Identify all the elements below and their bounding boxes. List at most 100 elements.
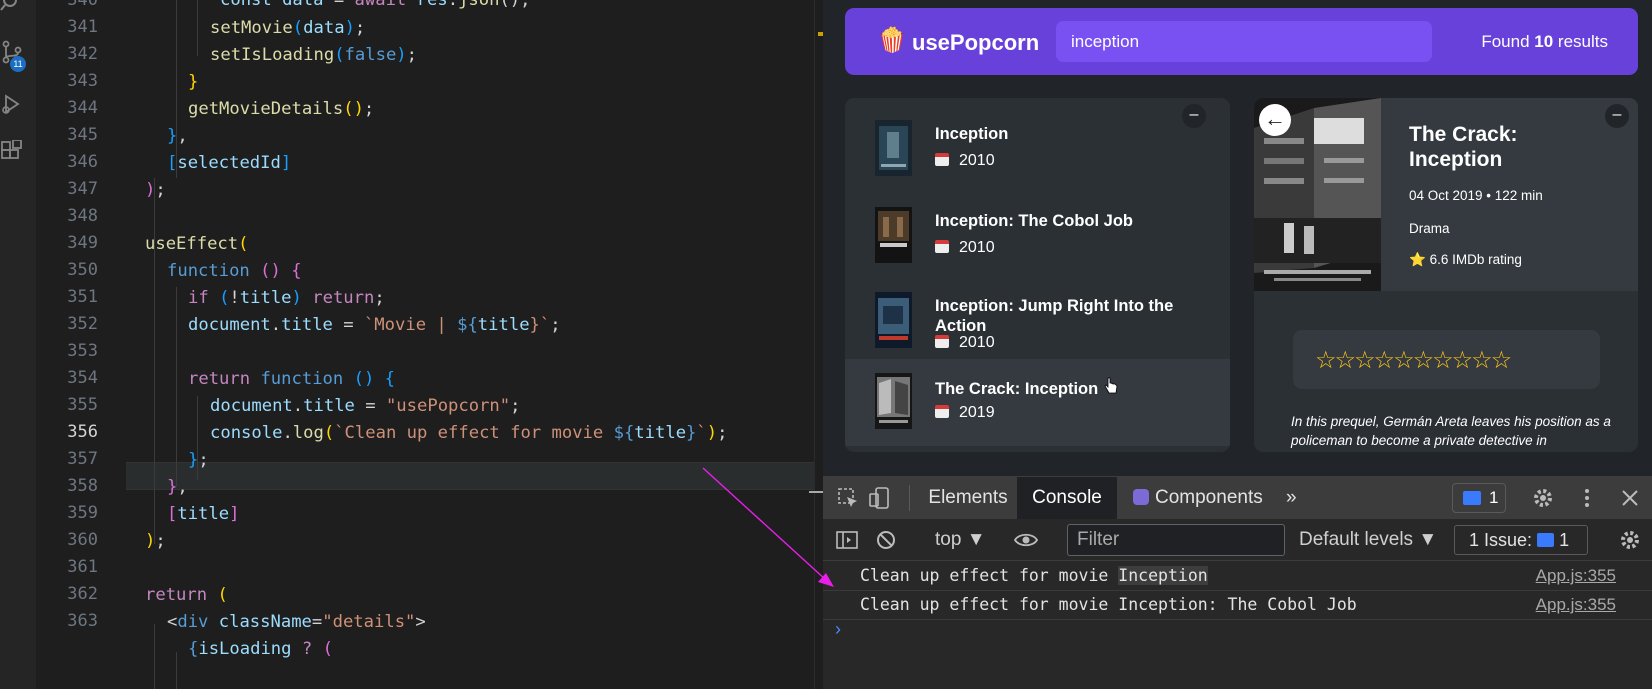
code-editor[interactable]: 340 341 342 343 344 345 346 347 348 349 350 351 352 3… [36, 0, 823, 689]
code-line-355: document.title = "usePopcorn"; [210, 396, 521, 416]
line-number: 348 [67, 206, 98, 226]
tab-components[interactable]: Components [1133, 477, 1263, 519]
log-message: Clean up effect for movie Inception [860, 566, 1208, 585]
line-number: 344 [67, 98, 98, 118]
code-line-346: [selectedId] [167, 153, 292, 173]
details-title: The Crack: Inception [1409, 123, 1518, 171]
search-input[interactable]: inception [1056, 21, 1432, 62]
code-line-351: if (!title) return; [188, 288, 385, 308]
line-number: 342 [67, 44, 98, 64]
movie-poster [875, 120, 912, 176]
current-line-highlight [126, 462, 823, 490]
back-button[interactable]: ← [1259, 104, 1291, 136]
run-debug-icon[interactable] [0, 92, 28, 120]
code-line-347: ); [145, 180, 166, 200]
clear-console-icon[interactable] [874, 528, 898, 552]
movie-year: 2010 [935, 334, 995, 352]
movie-year: 2010 [935, 239, 995, 257]
line-number: 343 [67, 71, 98, 91]
star-rating[interactable]: ☆☆☆☆☆☆☆☆☆☆ [1315, 346, 1512, 375]
calendar-icon [935, 153, 949, 166]
movie-poster [875, 207, 912, 263]
code-line-363: <div className="details"> [167, 612, 426, 632]
eye-icon[interactable] [1014, 528, 1038, 552]
extensions-icon[interactable] [0, 139, 28, 168]
log-source-link[interactable]: App.js:355 [1536, 566, 1616, 586]
movie-title: The Crack: Inception [935, 380, 1099, 398]
tab-elements[interactable]: Elements [920, 477, 1016, 519]
details-rating: ⭐ 6.6 IMDb rating [1409, 252, 1522, 267]
movie-item[interactable]: Inception: The Cobol Job 2010 [845, 185, 1230, 272]
overview-ruler-line [809, 491, 823, 493]
inspect-element-icon[interactable] [836, 486, 860, 510]
line-number-gutter: 340 341 342 343 344 345 346 347 348 349 350 351 352 3… [36, 0, 126, 689]
log-levels-dropdown[interactable]: Default levels ▼ [1299, 519, 1437, 561]
movie-item-selected[interactable]: The Crack: Inception 2019 [845, 359, 1230, 446]
line-number: 345 [67, 125, 98, 145]
search-icon[interactable] [0, 0, 28, 20]
movie-list: – Inception 2010 Inception: The Cobol Jo… [845, 98, 1230, 452]
console-toolbar: top ▼ Filter Default levels ▼ 1 Issue: 1 [823, 519, 1652, 561]
code-line-345: }, [167, 126, 188, 146]
movie-poster [875, 292, 912, 348]
movie-poster [875, 373, 912, 429]
code-line-349: useEffect( [145, 234, 249, 254]
code-line-357: }; [188, 450, 209, 470]
tab-console[interactable]: Console [1017, 477, 1117, 519]
gear-icon[interactable] [1531, 486, 1555, 510]
line-number: 341 [67, 17, 98, 37]
calendar-icon [935, 405, 949, 418]
brand-name: usePopcorn [912, 30, 1040, 55]
device-toolbar-icon[interactable] [868, 486, 892, 510]
sidebar-toggle-icon[interactable] [835, 528, 859, 552]
filter-input[interactable]: Filter [1067, 524, 1285, 556]
log-source-link[interactable]: App.js:355 [1536, 595, 1616, 615]
source-control-badge: 11 [10, 56, 26, 72]
console-settings-gear-icon[interactable] [1618, 528, 1642, 552]
line-number: 362 [67, 584, 98, 604]
console-prompt[interactable]: › [835, 619, 841, 640]
overview-ruler [814, 0, 823, 689]
activity-bar: 11 [0, 0, 36, 689]
movie-item[interactable]: Inception 2010 [845, 98, 1230, 185]
code-line-362: return ( [145, 585, 228, 605]
movie-item[interactable]: Inception: Jump Right Into the Action 20… [845, 272, 1230, 359]
kebab-menu-icon[interactable] [1575, 486, 1599, 510]
code-line-358: }, [167, 477, 188, 497]
line-number: 347 [67, 179, 98, 199]
code-line-343: } [188, 72, 199, 92]
line-number: 354 [67, 368, 98, 388]
line-number: 352 [67, 314, 98, 334]
issues-button[interactable]: 1 Issue: 1 [1454, 525, 1588, 555]
line-number: 358 [67, 476, 98, 496]
react-icon [1133, 489, 1149, 505]
message-icon [1463, 491, 1481, 505]
code-line-360: ); [145, 531, 166, 551]
more-tabs-button[interactable]: » [1286, 477, 1297, 519]
popcorn-app: 🍿 usePopcorn inception Found 10 results … [823, 0, 1652, 476]
console-log-row[interactable]: Clean up effect for movie Inception: The… [823, 591, 1652, 620]
code-line-352: document.title = `Movie | ${title}`; [188, 315, 561, 335]
code-line-354: return function () { [188, 369, 396, 389]
code-line-359: [title] [167, 504, 240, 524]
message-icon [1537, 533, 1555, 547]
code-line-342: setIsLoading(false); [210, 45, 418, 65]
navbar: 🍿 usePopcorn inception Found 10 results [845, 8, 1638, 75]
line-number: 357 [67, 449, 98, 469]
close-icon[interactable] [1618, 486, 1642, 510]
messages-button[interactable]: 1 [1452, 483, 1506, 513]
movie-details: ← – The Crack: Inception 04 Oct 2019 • 1… [1254, 98, 1638, 452]
code-line-364: {isLoading ? ( [188, 639, 333, 659]
hand-cursor-icon [1104, 377, 1118, 394]
code-line-340: const data = await res.json(); [220, 0, 531, 10]
line-number: 361 [67, 557, 98, 577]
popcorn-logo-icon: 🍿 [877, 27, 907, 54]
context-selector[interactable]: top ▼ [935, 519, 986, 561]
console-log-row[interactable]: Clean up effect for movie Inception App.… [823, 562, 1652, 591]
line-number: 351 [67, 287, 98, 307]
line-number: 359 [67, 503, 98, 523]
line-number: 350 [67, 260, 98, 280]
star-rating-box: ☆☆☆☆☆☆☆☆☆☆ [1293, 330, 1600, 389]
movie-title: Inception: The Cobol Job [935, 212, 1133, 230]
line-number: 363 [67, 611, 98, 631]
